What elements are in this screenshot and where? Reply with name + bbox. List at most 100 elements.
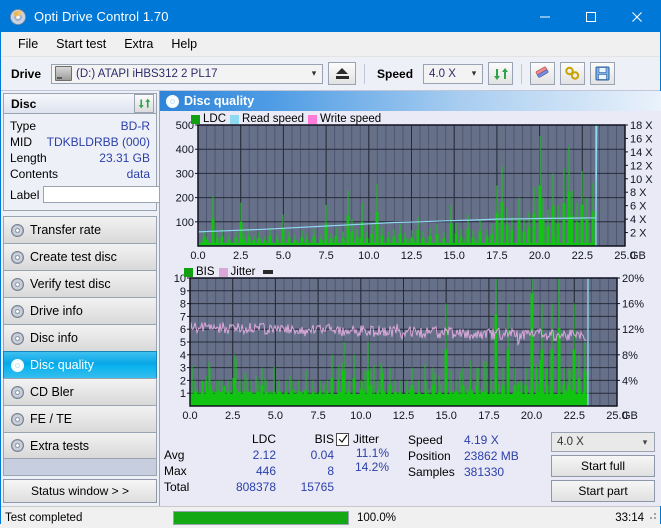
position-stat-row: Position 23862 MB <box>408 448 536 464</box>
legend-label: Read speed <box>242 113 305 125</box>
sidebar-item-disc-quality[interactable]: Disc quality <box>3 351 157 378</box>
position-stat-value: 23862 MB <box>464 449 519 463</box>
menu-file[interactable]: File <box>9 34 47 54</box>
tools-button[interactable] <box>560 62 586 85</box>
status-bar: Test completed 100.0% 33:14 <box>1 506 660 528</box>
main-title: Disc quality <box>184 94 255 108</box>
menu-start-test[interactable]: Start test <box>47 34 115 54</box>
disc-row-type: Type BD-R <box>10 118 150 134</box>
svg-text:1: 1 <box>180 388 186 400</box>
speed-stat-value: 4.19 X <box>464 433 499 447</box>
disc-icon <box>4 412 30 426</box>
jitter-checkbox[interactable] <box>336 432 349 446</box>
sidebar-item-extra-tests[interactable]: Extra tests <box>3 432 157 459</box>
chart-ldc-readspeed: LDC Read speed Write speed 100 200 300 400 5… <box>160 111 661 264</box>
sidebar-item-label: Transfer rate <box>30 223 102 237</box>
disc-icon <box>4 304 30 318</box>
sidebar-item-disc-info[interactable]: Disc info <box>3 324 157 351</box>
menu-extra[interactable]: Extra <box>115 34 162 54</box>
legend-swatch-jitter <box>218 267 228 277</box>
svg-text:3: 3 <box>180 363 186 375</box>
svg-text:14 X: 14 X <box>630 147 653 159</box>
legend-bis: BIS <box>184 266 215 278</box>
app-disc-icon <box>10 8 26 25</box>
disc-icon <box>4 250 30 264</box>
svg-text:5.0: 5.0 <box>276 250 291 262</box>
refresh-disc-button[interactable] <box>134 94 154 113</box>
disc-row-value: 23.31 GB <box>99 151 150 165</box>
sidebar-item-transfer-rate[interactable]: Transfer rate <box>3 216 157 243</box>
chart1-svg: 1002003004005002 X4 X6 X8 X10 X12 X14 X1… <box>176 120 654 262</box>
jitter-avg-value: 11.1% <box>355 446 389 460</box>
disc-icon <box>4 385 30 399</box>
stats-row-label: Total <box>164 480 190 494</box>
speed-select-value: 4.0 X <box>429 67 456 80</box>
disc-info-panel: Type BD-R MID TDKBLDRBB (000) Length 23.… <box>3 114 213 211</box>
close-icon[interactable] <box>614 1 660 32</box>
svg-text:18 X: 18 X <box>630 120 653 132</box>
sidebar-item-label: Create test disc <box>30 250 117 264</box>
test-speed-select[interactable]: 4.0 X ▾ <box>551 432 655 452</box>
sidebar-item-label: Drive info <box>30 304 83 318</box>
svg-text:15.0: 15.0 <box>443 250 464 262</box>
resize-grip[interactable] <box>646 509 658 521</box>
menu-help[interactable]: Help <box>162 34 206 54</box>
sidebar-nav: Transfer rate Create test disc Verify te… <box>3 216 157 459</box>
disc-panel-header: Disc <box>3 93 157 114</box>
content-area: Disc Type BD-R MID TDKBLDRBB (000) Lengt… <box>1 91 661 506</box>
eraser-icon <box>535 66 549 78</box>
svg-text:20.0: 20.0 <box>521 410 542 422</box>
svg-text:100: 100 <box>176 217 194 229</box>
stats-cell-bis: 0.04 <box>310 448 334 462</box>
sidebar-item-label: Extra tests <box>30 438 90 453</box>
start-part-button[interactable]: Start part <box>551 480 655 502</box>
disc-row-key: Type <box>10 119 37 133</box>
stats-cell-ldc: 446 <box>255 464 276 478</box>
disc-row-value: data <box>126 167 150 181</box>
status-message: Test completed <box>5 511 83 524</box>
maximize-icon[interactable] <box>568 1 614 32</box>
svg-text:7.5: 7.5 <box>318 250 333 262</box>
svg-text:16 X: 16 X <box>630 133 653 145</box>
svg-text:20%: 20% <box>622 273 644 285</box>
refresh-button[interactable] <box>488 62 514 85</box>
sidebar-item-label: FE / TE <box>30 412 73 426</box>
svg-text:22.5: 22.5 <box>572 250 593 262</box>
disc-icon <box>4 439 30 452</box>
legend-label: BIS <box>196 266 215 278</box>
drive-select[interactable]: (D:) ATAPI iHBS312 2 PL17 ▾ <box>51 63 324 84</box>
disc-row-key: Length <box>10 151 47 165</box>
toolbar: Drive (D:) ATAPI iHBS312 2 PL17 ▾ Speed … <box>1 57 660 91</box>
eject-button[interactable] <box>328 62 357 85</box>
chevron-down-icon: ▾ <box>642 436 648 447</box>
disc-label-row: Label <box>10 185 213 204</box>
status-window-button[interactable]: Status window > > <box>3 479 157 503</box>
window-title: Opti Drive Control 1.70 <box>34 9 169 24</box>
disc-label-key: Label <box>10 187 40 202</box>
progress-fill <box>174 511 348 524</box>
sidebar-item-verify-test-disc[interactable]: Verify test disc <box>3 270 157 297</box>
svg-text:9: 9 <box>180 286 186 298</box>
progress-bar <box>173 510 349 525</box>
sidebar-item-cd-bler[interactable]: CD Bler <box>3 378 157 405</box>
position-stat-label: Position <box>408 449 451 463</box>
svg-text:2: 2 <box>180 375 186 387</box>
disc-row-value: TDKBLDRBB (000) <box>46 135 150 149</box>
start-full-button[interactable]: Start full <box>551 455 655 477</box>
main-header: Disc quality <box>160 91 661 111</box>
stats-cell-ldc: 808378 <box>235 480 276 494</box>
speed-select[interactable]: 4.0 X ▾ <box>423 63 484 84</box>
erase-button[interactable] <box>530 62 556 85</box>
stats-row-total: Total 808378 15765 <box>164 479 336 495</box>
svg-text:12.5: 12.5 <box>393 410 414 422</box>
save-button[interactable] <box>590 62 616 85</box>
stats-header-blank <box>164 432 218 447</box>
app-window: Opti Drive Control 1.70 File Start test … <box>0 0 661 528</box>
sidebar-item-drive-info[interactable]: Drive info <box>3 297 157 324</box>
sidebar-item-create-test-disc[interactable]: Create test disc <box>3 243 157 270</box>
speed-stat-row: Speed 4.19 X <box>408 432 536 448</box>
sidebar-item-fe-te[interactable]: FE / TE <box>3 405 157 432</box>
svg-text:12.5: 12.5 <box>401 250 422 262</box>
minimize-icon[interactable] <box>522 1 568 32</box>
svg-text:GB: GB <box>622 410 638 422</box>
